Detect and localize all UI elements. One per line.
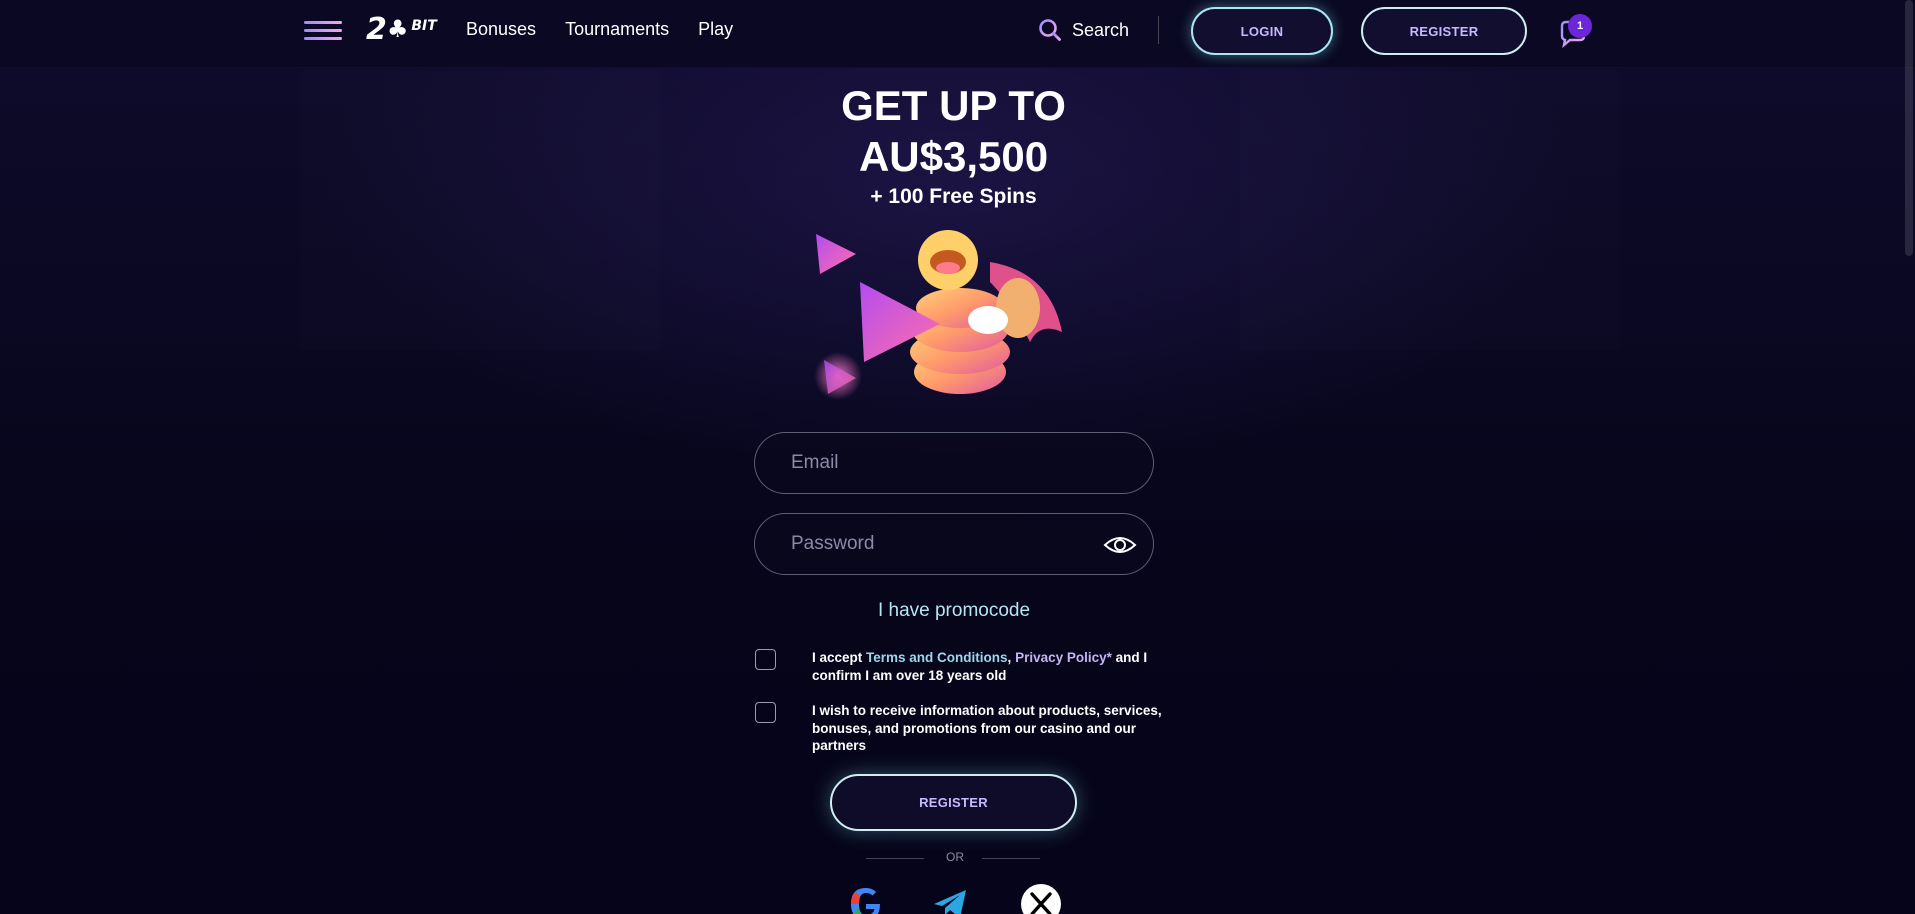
consent-prefix: I accept bbox=[812, 650, 867, 665]
notification-badge: 1 bbox=[1568, 14, 1592, 38]
search-button[interactable]: Search bbox=[1038, 18, 1129, 42]
terms-link[interactable]: Terms and Conditions bbox=[866, 650, 1008, 665]
hero-title-line1: GET UP TO bbox=[841, 82, 1066, 129]
search-icon bbox=[1039, 19, 1061, 41]
nav-tournaments[interactable]: Tournaments bbox=[565, 19, 669, 40]
promocode-link[interactable]: I have promocode bbox=[754, 600, 1154, 622]
privacy-policy-link[interactable]: Privacy Policy* bbox=[1015, 650, 1112, 665]
register-header-button[interactable]: REGISTER bbox=[1361, 7, 1527, 55]
logo-tree-icon: ♣ bbox=[386, 15, 409, 43]
search-label: Search bbox=[1072, 19, 1130, 40]
email-field bbox=[754, 432, 1154, 494]
site-logo[interactable]: 2 ♣ BIT bbox=[366, 11, 437, 47]
divider-left bbox=[866, 858, 924, 859]
logo-subtext: BIT bbox=[411, 18, 437, 34]
background-panel bbox=[300, 70, 660, 350]
password-field bbox=[754, 513, 1154, 575]
logo-text: 2 bbox=[366, 11, 387, 47]
header-divider bbox=[1158, 16, 1159, 44]
divider-right bbox=[982, 858, 1040, 859]
hero-title-line2: AU$3,500 bbox=[858, 133, 1049, 180]
consent-comma: , bbox=[1007, 650, 1016, 665]
nav-play[interactable]: Play bbox=[698, 19, 733, 40]
mascot-illustration bbox=[814, 230, 1062, 400]
main-nav: Bonuses Tournaments Play bbox=[466, 19, 733, 40]
telegram-icon[interactable] bbox=[930, 884, 970, 914]
menu-icon[interactable] bbox=[304, 21, 342, 41]
register-submit-button[interactable]: REGISTER bbox=[830, 774, 1077, 831]
terms-consent-text: I accept Terms and Conditions, Privacy P… bbox=[812, 649, 1162, 684]
top-navbar: 2 ♣ BIT Bonuses Tournaments Play Search … bbox=[0, 0, 1915, 68]
or-separator: OR bbox=[946, 850, 964, 864]
marketing-checkbox[interactable] bbox=[755, 702, 776, 723]
login-button[interactable]: LOGIN bbox=[1191, 7, 1333, 55]
nav-bonuses[interactable]: Bonuses bbox=[466, 19, 536, 40]
background-panel bbox=[1240, 70, 1620, 350]
password-input[interactable] bbox=[755, 514, 1153, 574]
eye-icon[interactable] bbox=[1103, 532, 1137, 558]
x-icon[interactable] bbox=[1021, 884, 1061, 914]
scrollbar[interactable] bbox=[1905, 0, 1913, 256]
hero-subtitle: + 100 Free Spins bbox=[870, 185, 1037, 208]
email-input[interactable] bbox=[755, 433, 1153, 493]
terms-checkbox[interactable] bbox=[755, 649, 776, 670]
marketing-consent-text: I wish to receive information about prod… bbox=[812, 703, 1162, 753]
google-icon[interactable] bbox=[846, 884, 886, 914]
